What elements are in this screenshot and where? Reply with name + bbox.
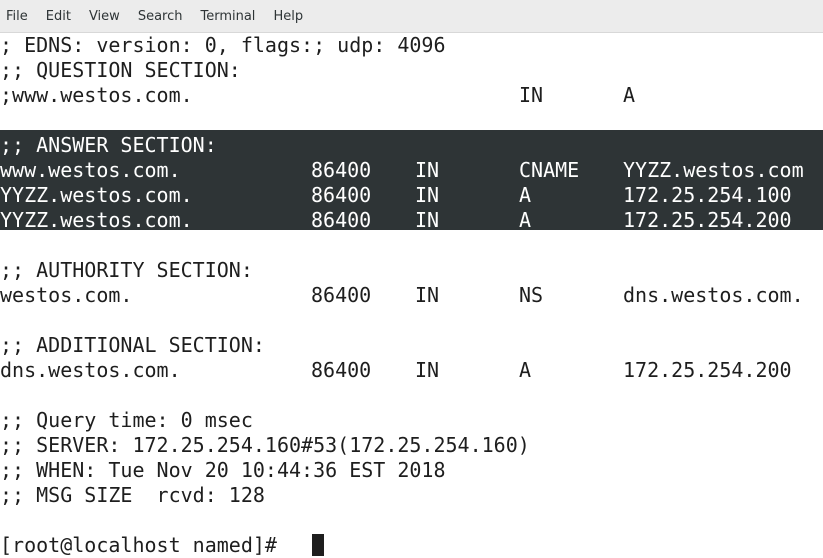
menu-bar: File Edit View Search Terminal Help — [0, 0, 823, 33]
text-cursor — [312, 534, 324, 556]
question-row: ;www.westos.com. IN A — [0, 83, 823, 108]
question-section-header: ;; QUESTION SECTION: — [0, 58, 823, 83]
record-type: A — [519, 358, 532, 382]
question-header-text: ;; QUESTION SECTION: — [0, 58, 241, 82]
record-name: www.westos.com. — [0, 158, 181, 182]
authority-header-text: ;; AUTHORITY SECTION: — [0, 258, 253, 282]
answer-header-text: ;; ANSWER SECTION: — [0, 133, 217, 157]
record-ttl: 86400 — [311, 183, 372, 207]
record-type: A — [519, 208, 532, 232]
menu-edit[interactable]: Edit — [46, 9, 71, 24]
prompt-line[interactable]: [root@localhost named]# — [0, 533, 823, 558]
when-line: ;; WHEN: Tue Nov 20 10:44:36 EST 2018 — [0, 458, 823, 483]
record-ttl: 86400 — [311, 158, 372, 182]
msg-size-text: ;; MSG SIZE rcvd: 128 — [0, 483, 265, 507]
record-class: IN — [415, 183, 440, 207]
record-class: IN — [415, 208, 440, 232]
edns-line: ; EDNS: version: 0, flags:; udp: 4096 — [0, 33, 823, 58]
edns-text: ; EDNS: version: 0, flags:; udp: 4096 — [0, 33, 446, 57]
terminal-window: File Edit View Search Terminal Help ; ED… — [0, 0, 823, 558]
authority-row: westos.com. 86400 IN NS dns.westos.com. — [0, 283, 823, 308]
answer-row: YYZZ.westos.com. 86400 IN A 172.25.254.2… — [0, 208, 823, 233]
record-class: IN — [415, 158, 440, 182]
record-name: dns.westos.com. — [0, 358, 181, 382]
record-class: IN — [415, 358, 440, 382]
record-ttl: 86400 — [311, 208, 372, 232]
record-name: YYZZ.westos.com. — [0, 183, 193, 207]
record-type: A — [519, 183, 532, 207]
record-type: NS — [519, 283, 544, 307]
question-type: A — [623, 83, 636, 107]
question-class: IN — [519, 83, 544, 107]
record-ttl: 86400 — [311, 283, 372, 307]
msg-size-line: ;; MSG SIZE rcvd: 128 — [0, 483, 823, 508]
menu-search[interactable]: Search — [138, 9, 183, 24]
record-name: westos.com. — [0, 283, 133, 307]
when-text: ;; WHEN: Tue Nov 20 10:44:36 EST 2018 — [0, 458, 446, 482]
answer-section-header: ;; ANSWER SECTION: — [0, 133, 823, 158]
server-line: ;; SERVER: 172.25.254.160#53(172.25.254.… — [0, 433, 823, 458]
record-data: 172.25.254.100 — [623, 183, 792, 207]
record-data: 172.25.254.200 — [623, 358, 792, 382]
menu-file[interactable]: File — [6, 9, 28, 24]
menu-terminal[interactable]: Terminal — [200, 9, 255, 24]
menu-help[interactable]: Help — [273, 9, 303, 24]
record-name: YYZZ.westos.com. — [0, 208, 193, 232]
query-time-line: ;; Query time: 0 msec — [0, 408, 823, 433]
question-name: ;www.westos.com. — [0, 83, 193, 107]
shell-prompt: [root@localhost named]# — [0, 533, 289, 557]
record-data: 172.25.254.200 — [623, 208, 792, 232]
record-data: dns.westos.com. — [623, 283, 804, 307]
query-time-text: ;; Query time: 0 msec — [0, 408, 253, 432]
answer-row: YYZZ.westos.com. 86400 IN A 172.25.254.1… — [0, 183, 823, 208]
authority-section-header: ;; AUTHORITY SECTION: — [0, 258, 823, 283]
menu-view[interactable]: View — [89, 9, 120, 24]
additional-row: dns.westos.com. 86400 IN A 172.25.254.20… — [0, 358, 823, 383]
additional-header-text: ;; ADDITIONAL SECTION: — [0, 333, 265, 357]
record-ttl: 86400 — [311, 358, 372, 382]
record-data: YYZZ.westos.com — [623, 158, 804, 182]
answer-row: www.westos.com. 86400 IN CNAME YYZZ.west… — [0, 158, 823, 183]
terminal-output[interactable]: ; EDNS: version: 0, flags:; udp: 4096 ;;… — [0, 33, 823, 558]
server-text: ;; SERVER: 172.25.254.160#53(172.25.254.… — [0, 433, 530, 457]
record-type: CNAME — [519, 158, 580, 182]
record-class: IN — [415, 283, 440, 307]
additional-section-header: ;; ADDITIONAL SECTION: — [0, 333, 823, 358]
